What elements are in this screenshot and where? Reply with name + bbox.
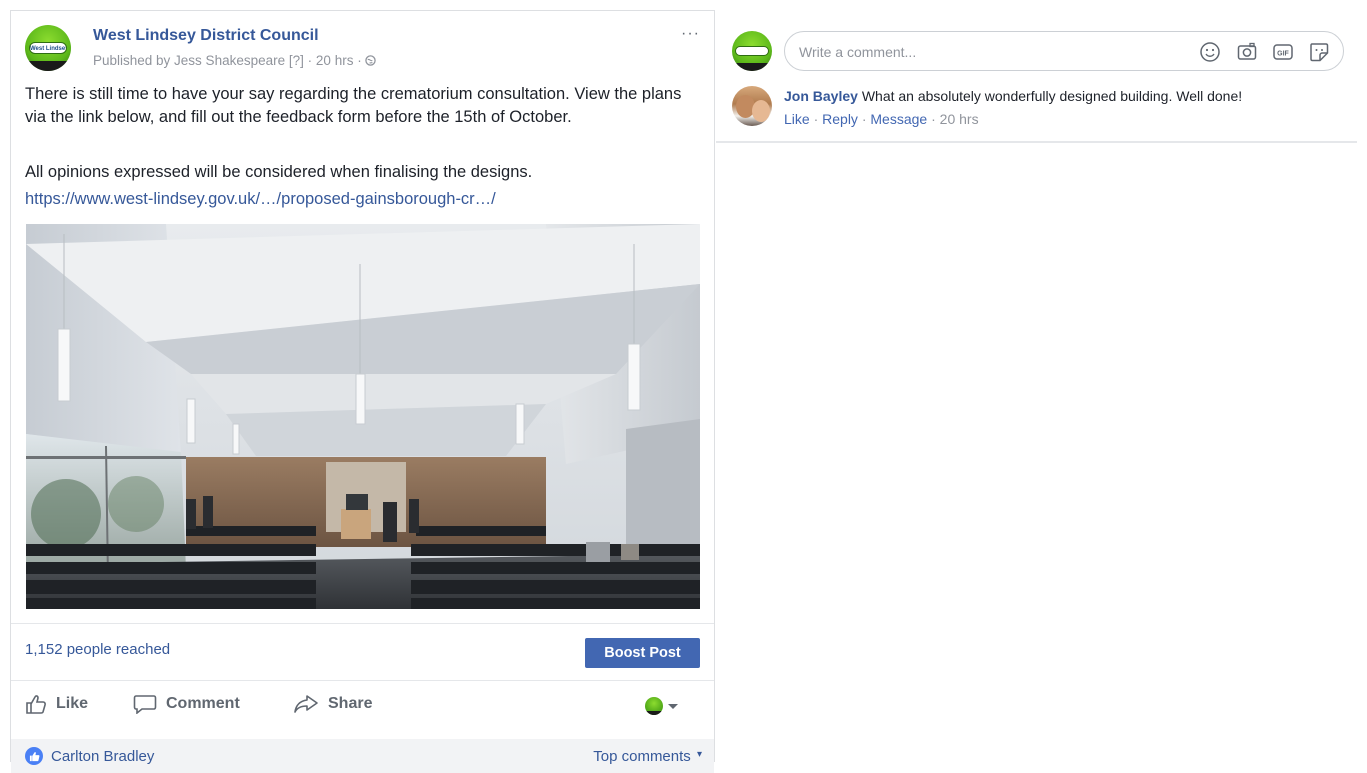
post-image[interactable] [26,224,700,609]
comment-panel: Write a comment... GIF Jon Bayley What a… [716,22,1357,143]
like-badge-icon [25,747,43,765]
commenter-avatar[interactable] [732,86,772,126]
share-arrow-icon [294,695,318,713]
sticker-icon[interactable] [1308,41,1330,63]
caret-down-icon: ▾ [696,749,702,760]
post-time[interactable]: 20 hrs [316,53,354,68]
comment-input[interactable]: Write a comment... GIF [784,31,1344,71]
svg-text:GIF: GIF [1277,51,1289,58]
help-badge[interactable]: [?] [289,53,304,68]
comment-time[interactable]: 20 hrs [940,111,979,127]
like-button[interactable]: Like [25,694,88,714]
page-avatar-comment[interactable] [732,31,772,71]
published-by[interactable]: Published by Jess Shakespeare [93,53,285,68]
page-logo-text: West Lindsey [29,42,67,54]
comment-label: Comment [166,695,240,712]
sort-comments-dropdown[interactable]: Top comments ▾ [593,748,702,765]
smiley-icon[interactable] [1199,41,1221,63]
comment-text: What an absolutely wonderfully designed … [861,88,1243,104]
post-link[interactable]: https://www.west-lindsey.gov.uk/…/propos… [25,190,496,209]
comment-message-link[interactable]: Message [870,111,927,127]
comment-body: Jon Bayley What an absolutely wonderfull… [784,88,1242,104]
comment-author-link[interactable]: Jon Bayley [784,88,858,104]
post-text-paragraph: There is still time to have your say reg… [25,85,682,126]
like-label: Like [56,695,89,712]
comment-placeholder: Write a comment... [799,44,917,60]
caret-down-icon [668,703,678,709]
share-label: Share [328,695,373,712]
liked-by[interactable]: Carlton Bradley [25,747,154,765]
thumbs-up-icon [26,695,46,714]
comments-bar: Carlton Bradley Top comments ▾ [11,739,714,773]
camera-icon[interactable] [1236,41,1258,63]
share-button[interactable]: Share [293,694,372,714]
page-identity-selector[interactable] [645,697,678,715]
more-options-button[interactable]: ··· [681,25,700,43]
crematorium-interior-rendering [26,224,700,609]
boost-post-button[interactable]: Boost Post [585,638,700,668]
published-line: Published by Jess Shakespeare [?] · 20 h… [93,53,377,68]
page-avatar[interactable]: West Lindsey [25,25,71,71]
people-reached[interactable]: 1,152 people reached [25,641,170,658]
comment-reply-link[interactable]: Reply [822,111,858,127]
comment-button[interactable]: Comment [133,694,240,714]
comment-like-link[interactable]: Like [784,111,810,127]
post-text-paragraph: All opinions expressed will be considere… [25,163,533,181]
speech-bubble-icon [133,695,157,714]
page-avatar-small [645,697,663,715]
globe-icon [365,55,377,66]
comment-actions: Like · Reply · Message · 20 hrs [784,111,979,127]
gif-icon[interactable]: GIF [1272,41,1294,63]
page-name-link[interactable]: West Lindsey District Council [93,27,319,45]
post-card: West Lindsey West Lindsey District Counc… [10,10,715,773]
